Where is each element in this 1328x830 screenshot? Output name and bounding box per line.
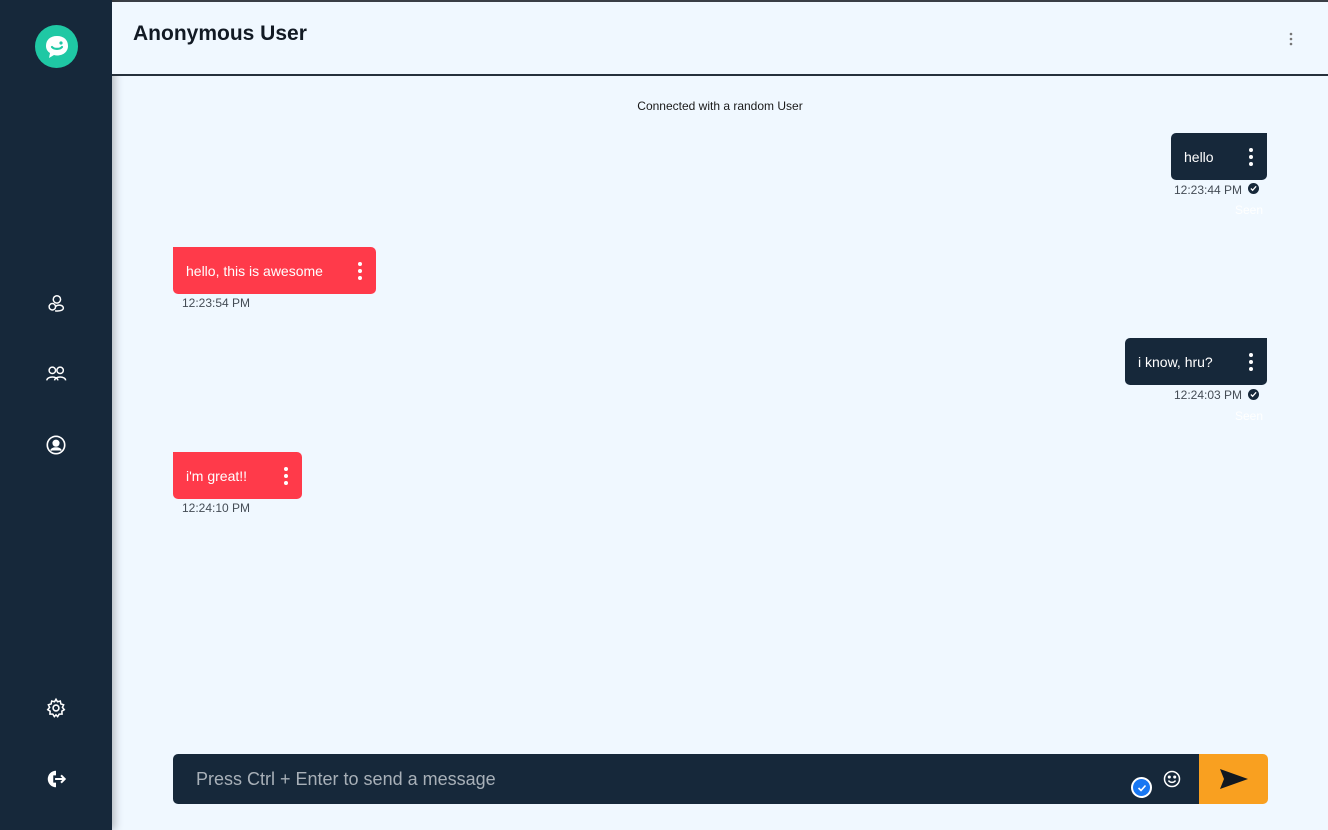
message-menu-icon[interactable] bbox=[356, 261, 364, 281]
message-menu-icon[interactable] bbox=[1247, 352, 1255, 372]
user-icon[interactable] bbox=[44, 292, 68, 316]
delivered-check-icon bbox=[1248, 389, 1259, 400]
more-options-icon[interactable] bbox=[1284, 29, 1298, 49]
message-time: 12:24:03 PM bbox=[1174, 388, 1243, 402]
sidebar bbox=[0, 0, 112, 830]
delivered-check-icon bbox=[1248, 183, 1259, 194]
message-time: 12:23:44 PM bbox=[1174, 183, 1243, 197]
chat-bubble-logo-icon[interactable] bbox=[35, 25, 78, 68]
send-icon bbox=[1219, 769, 1248, 789]
message-composer bbox=[173, 754, 1199, 804]
message-bubble-received: hello, this is awesome bbox=[173, 247, 376, 294]
message-bubble-received: i'm great!! bbox=[173, 452, 302, 499]
message-bubble-sent: hello bbox=[1171, 133, 1267, 180]
check-badge-icon bbox=[1131, 777, 1152, 798]
seen-indicator: Seen bbox=[1235, 409, 1264, 423]
message-time: 12:23:54 PM bbox=[182, 296, 251, 310]
message-text: i know, hru? bbox=[1138, 353, 1213, 370]
message-menu-icon[interactable] bbox=[282, 466, 290, 486]
logout-icon[interactable] bbox=[44, 767, 68, 791]
gear-icon[interactable] bbox=[44, 696, 68, 720]
message-menu-icon[interactable] bbox=[1247, 147, 1255, 167]
profile-icon[interactable] bbox=[44, 433, 68, 457]
chat-header: Anonymous User bbox=[112, 2, 1328, 76]
message-input[interactable] bbox=[173, 754, 1123, 804]
connection-status: Connected with a random User bbox=[637, 99, 803, 113]
users-icon[interactable] bbox=[44, 362, 68, 386]
page-title: Anonymous User bbox=[133, 22, 307, 45]
smiley-icon[interactable] bbox=[1161, 768, 1183, 790]
message-text: hello bbox=[1184, 148, 1214, 165]
message-bubble-sent: i know, hru? bbox=[1125, 338, 1267, 385]
message-text: hello, this is awesome bbox=[186, 262, 323, 279]
message-time: 12:24:10 PM bbox=[182, 501, 251, 515]
seen-indicator: Seen bbox=[1235, 203, 1264, 217]
message-text: i'm great!! bbox=[186, 467, 248, 484]
send-button[interactable] bbox=[1199, 754, 1268, 804]
